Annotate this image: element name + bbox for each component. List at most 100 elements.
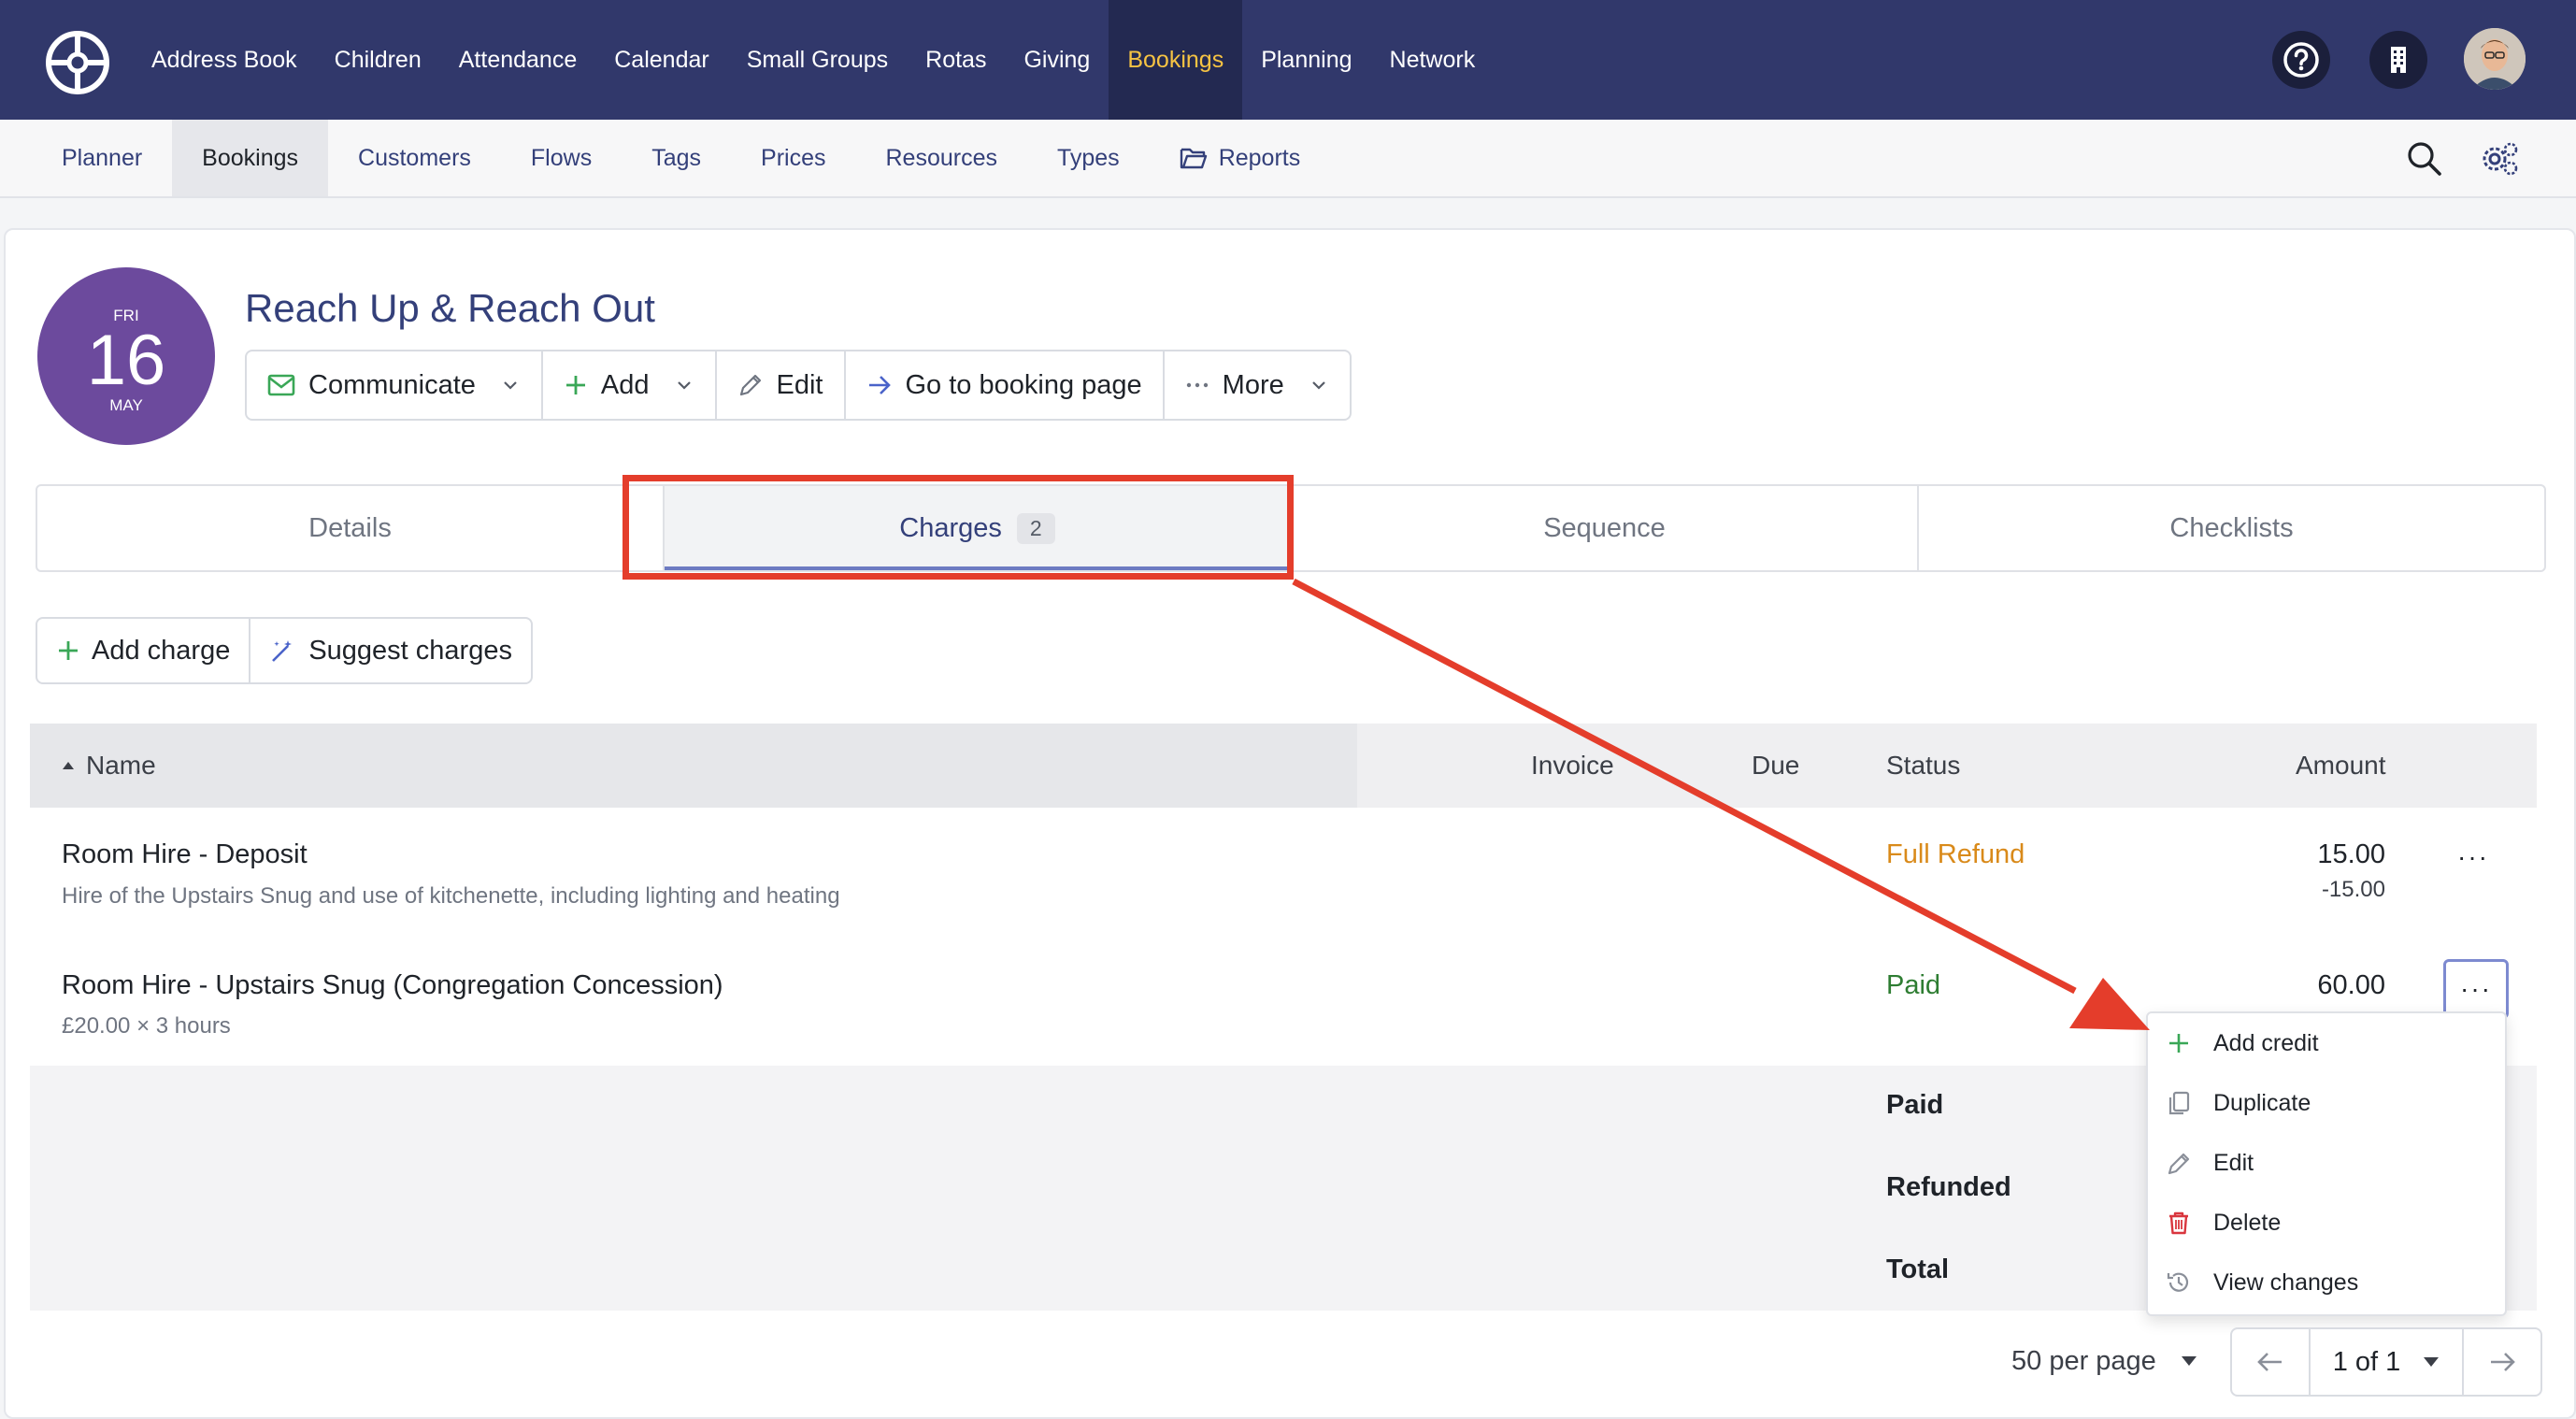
- view-changes-label: View changes: [2213, 1268, 2359, 1296]
- help-icon[interactable]: [2271, 30, 2331, 90]
- settings-gear-icon[interactable]: [2479, 138, 2520, 179]
- charges-table-header: Name Invoice Due Status Amount: [30, 724, 2537, 808]
- user-avatar[interactable]: [2464, 28, 2526, 90]
- previous-page-button[interactable]: [2232, 1329, 2309, 1395]
- status-badge: Paid: [1886, 970, 1941, 1000]
- nav-bookings[interactable]: Bookings: [1109, 0, 1243, 120]
- booking-action-toolbar: Communicate Add Edit Go to booking page …: [245, 350, 1352, 421]
- view-changes-menu-item[interactable]: View changes: [2148, 1253, 2505, 1312]
- subnav-reports[interactable]: Reports: [1150, 120, 1331, 196]
- name-column-header[interactable]: Name: [30, 724, 1357, 808]
- nav-giving[interactable]: Giving: [1005, 0, 1109, 120]
- user-avatar-photo: [2464, 28, 2526, 90]
- row-actions-menu-button[interactable]: ···: [2443, 830, 2503, 884]
- status-column-header[interactable]: Status: [1886, 724, 1960, 808]
- tab-checklists-label: Checklists: [2169, 512, 2294, 543]
- subnav-reports-label: Reports: [1218, 145, 1301, 171]
- date-day-number: 16: [86, 321, 166, 400]
- edit-menu-item[interactable]: Edit: [2148, 1133, 2505, 1193]
- delete-label: Delete: [2213, 1209, 2282, 1236]
- caret-down-icon: [2181, 1356, 2197, 1366]
- date-month: MAY: [109, 396, 143, 414]
- duplicate-label: Duplicate: [2213, 1089, 2311, 1116]
- per-page-label: 50 per page: [2011, 1345, 2156, 1376]
- nav-network[interactable]: Network: [1371, 0, 1495, 120]
- subnav-types[interactable]: Types: [1027, 120, 1150, 196]
- more-dropdown-button[interactable]: More: [1165, 351, 1350, 419]
- row-actions-menu-button[interactable]: ···: [2443, 959, 2509, 1019]
- duplicate-menu-item[interactable]: Duplicate: [2148, 1073, 2505, 1133]
- table-row[interactable]: Room Hire - Deposit Hire of the Upstairs…: [30, 808, 2537, 939]
- edit-booking-button[interactable]: Edit: [717, 351, 846, 419]
- subnav-prices[interactable]: Prices: [731, 120, 855, 196]
- booking-date-badge: FRI 16 MAY: [37, 267, 215, 445]
- amount-column-header[interactable]: Amount: [2296, 724, 2386, 808]
- tab-sequence-label: Sequence: [1543, 512, 1666, 543]
- plus-icon: [2169, 1034, 2188, 1053]
- subnav-flows[interactable]: Flows: [501, 120, 622, 196]
- go-to-booking-page-button[interactable]: Go to booking page: [846, 351, 1165, 419]
- chevron-down-icon: [677, 381, 691, 390]
- pencil-icon: [2168, 1153, 2190, 1175]
- per-page-select[interactable]: 50 per page: [2011, 1339, 2197, 1383]
- history-icon: [2167, 1272, 2189, 1292]
- nav-calendar[interactable]: Calendar: [595, 0, 727, 120]
- arrow-right-icon: [868, 376, 891, 394]
- plus-icon: [59, 641, 78, 660]
- subnav-bookings[interactable]: Bookings: [172, 120, 329, 196]
- summary-total-label: Total: [1886, 1254, 1950, 1284]
- charge-name: Room Hire - Upstairs Snug (Congregation …: [62, 970, 723, 1000]
- delete-menu-item[interactable]: Delete: [2148, 1193, 2505, 1253]
- edit-label: Edit: [776, 369, 823, 400]
- bookings-sub-navigation: Planner Bookings Customers Flows Tags Pr…: [0, 120, 2576, 198]
- edit-label: Edit: [2213, 1149, 2254, 1176]
- pagination-control: 1 of 1: [2230, 1327, 2542, 1397]
- nav-address-book[interactable]: Address Book: [133, 0, 316, 120]
- communicate-dropdown-button[interactable]: Communicate: [247, 351, 543, 419]
- subnav-customers[interactable]: Customers: [328, 120, 501, 196]
- charge-actions-toolbar: Add charge Suggest charges: [36, 617, 533, 684]
- ellipsis-icon: [1186, 382, 1208, 388]
- more-label: More: [1222, 369, 1284, 400]
- tab-checklists[interactable]: Checklists: [1919, 486, 2544, 570]
- page-select[interactable]: 1 of 1: [2309, 1329, 2464, 1395]
- communicate-label: Communicate: [308, 369, 476, 400]
- booking-title: Reach Up & Reach Out: [245, 286, 655, 330]
- page-indicator: 1 of 1: [2332, 1346, 2401, 1377]
- subnav-resources[interactable]: Resources: [855, 120, 1027, 196]
- charge-amount: 15.00: [2317, 839, 2385, 869]
- suggest-charges-button[interactable]: Suggest charges: [250, 619, 531, 682]
- organisation-building-icon[interactable]: [2368, 30, 2428, 90]
- add-charge-button[interactable]: Add charge: [37, 619, 251, 682]
- subnav-tags[interactable]: Tags: [622, 120, 731, 196]
- add-credit-menu-item[interactable]: Add credit: [2148, 1013, 2505, 1073]
- caret-down-icon: [2424, 1357, 2440, 1367]
- go-to-booking-page-label: Go to booking page: [905, 369, 1142, 400]
- nav-attendance[interactable]: Attendance: [440, 0, 596, 120]
- copy-icon: [2168, 1091, 2190, 1115]
- tab-sequence[interactable]: Sequence: [1292, 486, 1919, 570]
- charge-name: Room Hire - Deposit: [62, 839, 308, 869]
- arrow-left-icon: [2257, 1353, 2282, 1371]
- status-badge: Full Refund: [1886, 839, 2025, 869]
- summary-paid-label: Paid: [1886, 1090, 1944, 1120]
- add-label: Add: [600, 369, 650, 400]
- nav-rotas[interactable]: Rotas: [907, 0, 1005, 120]
- nav-small-groups[interactable]: Small Groups: [728, 0, 907, 120]
- pencil-icon: [739, 374, 761, 396]
- sort-ascending-icon: [63, 762, 74, 769]
- row-actions-dropdown: Add credit Duplicate Edit Delete View ch…: [2146, 1011, 2507, 1316]
- search-icon[interactable]: [2404, 138, 2445, 179]
- add-dropdown-button[interactable]: Add: [543, 351, 717, 419]
- add-charge-label: Add charge: [92, 635, 231, 666]
- nav-planning[interactable]: Planning: [1242, 0, 1370, 120]
- envelope-icon: [267, 374, 295, 396]
- due-column-header[interactable]: Due: [1752, 724, 1799, 808]
- church-logo-icon[interactable]: [45, 30, 110, 95]
- next-page-button[interactable]: [2464, 1329, 2540, 1395]
- invoice-column-header[interactable]: Invoice: [1531, 724, 1614, 808]
- tab-details[interactable]: Details: [37, 486, 665, 570]
- subnav-planner[interactable]: Planner: [32, 120, 172, 196]
- charge-amount: 60.00: [2317, 970, 2385, 1000]
- nav-children[interactable]: Children: [316, 0, 440, 120]
